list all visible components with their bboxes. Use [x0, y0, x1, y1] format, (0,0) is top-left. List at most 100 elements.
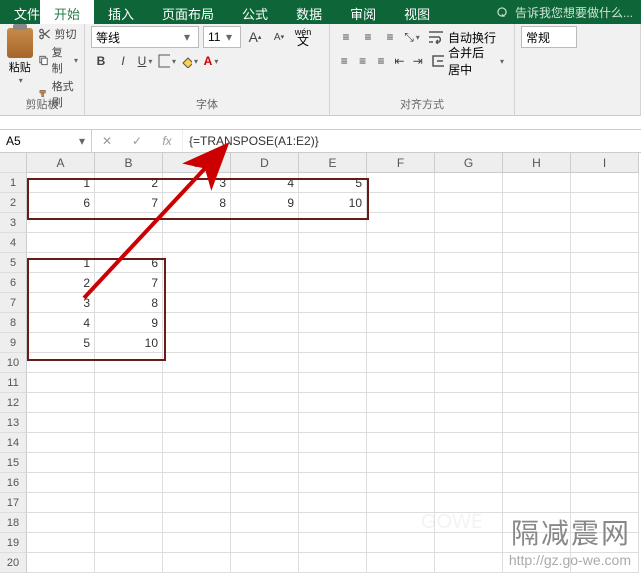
- cell[interactable]: [95, 533, 163, 553]
- cell[interactable]: [503, 173, 571, 193]
- align-center-button[interactable]: ≡: [354, 51, 370, 71]
- shrink-font-button[interactable]: A▾: [269, 27, 289, 47]
- cell[interactable]: [231, 533, 299, 553]
- cell[interactable]: [231, 473, 299, 493]
- cell[interactable]: [503, 273, 571, 293]
- name-box[interactable]: A5▾: [0, 130, 91, 152]
- cell[interactable]: [503, 333, 571, 353]
- cell[interactable]: [27, 473, 95, 493]
- cell[interactable]: 2: [27, 273, 95, 293]
- cell[interactable]: [231, 393, 299, 413]
- tab-formulas[interactable]: 公式: [228, 0, 282, 24]
- cell[interactable]: [95, 373, 163, 393]
- cell[interactable]: [231, 313, 299, 333]
- cell[interactable]: [299, 433, 367, 453]
- cell[interactable]: [163, 373, 231, 393]
- italic-button[interactable]: I: [113, 51, 133, 71]
- cell[interactable]: [231, 453, 299, 473]
- cell[interactable]: 6: [95, 253, 163, 273]
- cell[interactable]: [299, 333, 367, 353]
- cell[interactable]: [27, 433, 95, 453]
- cell[interactable]: [571, 213, 639, 233]
- cell[interactable]: [163, 433, 231, 453]
- cell[interactable]: [27, 413, 95, 433]
- cell[interactable]: [95, 353, 163, 373]
- formula-bar[interactable]: {=TRANSPOSE(A1:E2)}: [183, 130, 641, 152]
- row-header[interactable]: 6: [0, 273, 27, 293]
- cell[interactable]: [231, 513, 299, 533]
- cell[interactable]: [435, 353, 503, 373]
- cell[interactable]: [503, 193, 571, 213]
- select-all-corner[interactable]: [0, 153, 27, 173]
- cell[interactable]: [163, 333, 231, 353]
- cell[interactable]: [367, 273, 435, 293]
- cell[interactable]: [95, 513, 163, 533]
- grow-font-button[interactable]: A▴: [245, 27, 265, 47]
- cell[interactable]: [299, 233, 367, 253]
- cell[interactable]: [163, 353, 231, 373]
- cell[interactable]: [231, 413, 299, 433]
- tab-view[interactable]: 视图: [390, 0, 444, 24]
- cell[interactable]: [367, 353, 435, 373]
- cell[interactable]: [503, 453, 571, 473]
- cell[interactable]: 10: [95, 333, 163, 353]
- cell[interactable]: [299, 393, 367, 413]
- cell[interactable]: [163, 513, 231, 533]
- cell[interactable]: [367, 473, 435, 493]
- cell[interactable]: [435, 413, 503, 433]
- column-header-G[interactable]: G: [435, 153, 503, 173]
- tab-review[interactable]: 审阅: [336, 0, 390, 24]
- cell[interactable]: [231, 213, 299, 233]
- underline-button[interactable]: U▾: [135, 51, 155, 71]
- cell[interactable]: 2: [95, 173, 163, 193]
- cell[interactable]: [367, 453, 435, 473]
- cell[interactable]: [571, 333, 639, 353]
- cell[interactable]: [299, 293, 367, 313]
- column-header-B[interactable]: B: [95, 153, 163, 173]
- cell[interactable]: [571, 313, 639, 333]
- cell[interactable]: [231, 233, 299, 253]
- fill-color-button[interactable]: ▾: [179, 51, 199, 71]
- cell[interactable]: [299, 313, 367, 333]
- cell[interactable]: 9: [95, 313, 163, 333]
- cell[interactable]: [299, 553, 367, 573]
- cell[interactable]: [367, 553, 435, 573]
- align-top-button[interactable]: ≡: [336, 27, 356, 47]
- cell[interactable]: [163, 493, 231, 513]
- number-format-combo[interactable]: 常规: [521, 26, 577, 48]
- row-header[interactable]: 17: [0, 493, 27, 513]
- align-bottom-button[interactable]: ≡: [380, 27, 400, 47]
- column-header-E[interactable]: E: [299, 153, 367, 173]
- cell[interactable]: [435, 333, 503, 353]
- cell[interactable]: [435, 393, 503, 413]
- cell[interactable]: [299, 253, 367, 273]
- cell[interactable]: [367, 193, 435, 213]
- cell[interactable]: [27, 453, 95, 473]
- cell[interactable]: [435, 193, 503, 213]
- cell[interactable]: [503, 253, 571, 273]
- cell[interactable]: [27, 373, 95, 393]
- cell[interactable]: [503, 433, 571, 453]
- cell[interactable]: [571, 373, 639, 393]
- cell[interactable]: 5: [299, 173, 367, 193]
- cell[interactable]: [27, 493, 95, 513]
- cell[interactable]: [367, 413, 435, 433]
- cell[interactable]: [163, 533, 231, 553]
- cell[interactable]: 4: [27, 313, 95, 333]
- cell[interactable]: [571, 393, 639, 413]
- cell[interactable]: 7: [95, 193, 163, 213]
- cell[interactable]: [299, 373, 367, 393]
- cell[interactable]: [95, 413, 163, 433]
- row-header[interactable]: 19: [0, 533, 27, 553]
- cell[interactable]: [435, 553, 503, 573]
- cell[interactable]: [435, 453, 503, 473]
- cell[interactable]: [367, 373, 435, 393]
- cell[interactable]: [435, 213, 503, 233]
- cell[interactable]: [571, 413, 639, 433]
- cell[interactable]: [571, 273, 639, 293]
- cell[interactable]: [503, 313, 571, 333]
- cell[interactable]: [163, 453, 231, 473]
- cell[interactable]: [163, 293, 231, 313]
- row-header[interactable]: 5: [0, 253, 27, 273]
- cell[interactable]: [95, 473, 163, 493]
